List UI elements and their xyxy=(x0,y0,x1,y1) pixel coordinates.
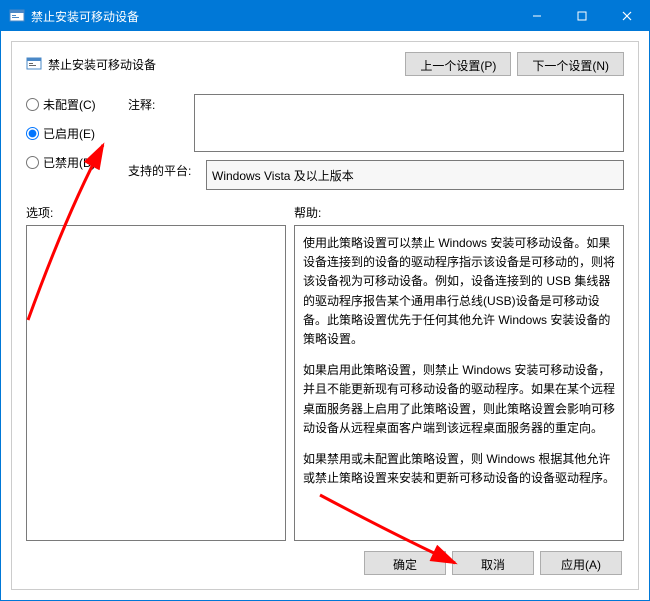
fields-area: 注释: 支持的平台: Windows Vista 及以上版本 xyxy=(128,94,624,190)
radio-not-configured-input[interactable] xyxy=(26,98,39,111)
dialog-body: 禁止安装可移动设备 上一个设置(P) 下一个设置(N) 未配置(C) 已启用(E… xyxy=(1,31,649,600)
apply-button[interactable]: 应用(A) xyxy=(540,551,622,575)
section-labels: 选项: 帮助: xyxy=(26,204,624,221)
help-paragraph-3: 如果禁用或未配置此策略设置，则 Windows 根据其他允许或禁止策略设置来安装… xyxy=(303,450,615,488)
panel-header: 禁止安装可移动设备 上一个设置(P) 下一个设置(N) xyxy=(26,52,624,76)
comment-label: 注释: xyxy=(128,94,188,113)
maximize-button[interactable] xyxy=(559,1,604,31)
platform-value: Windows Vista 及以上版本 xyxy=(206,160,624,190)
help-label: 帮助: xyxy=(294,204,321,221)
radio-not-configured-label: 未配置(C) xyxy=(43,96,96,113)
comment-row: 注释: xyxy=(128,94,624,152)
title-text: 禁止安装可移动设备 xyxy=(31,8,514,25)
config-area: 未配置(C) 已启用(E) 已禁用(D) 注释: xyxy=(26,94,624,190)
next-setting-button[interactable]: 下一个设置(N) xyxy=(517,52,624,76)
options-label: 选项: xyxy=(26,204,294,221)
radio-enabled[interactable]: 已启用(E) xyxy=(26,125,118,142)
footer-buttons: 确定 取消 应用(A) xyxy=(26,541,624,575)
radio-disabled-label: 已禁用(D) xyxy=(43,154,96,171)
policy-icon xyxy=(26,56,42,72)
help-paragraph-2: 如果启用此策略设置，则禁止 Windows 安装可移动设备，并且不能更新现有可移… xyxy=(303,361,615,438)
dialog-window: 禁止安装可移动设备 禁止安装可移动设备 上一个设置(P) 下一个设置(N) xyxy=(0,0,650,601)
minimize-button[interactable] xyxy=(514,1,559,31)
cancel-button[interactable]: 取消 xyxy=(452,551,534,575)
ok-button[interactable]: 确定 xyxy=(364,551,446,575)
radio-not-configured[interactable]: 未配置(C) xyxy=(26,96,118,113)
close-button[interactable] xyxy=(604,1,649,31)
window-controls xyxy=(514,1,649,31)
platform-row: 支持的平台: Windows Vista 及以上版本 xyxy=(128,160,624,190)
main-panel: 禁止安装可移动设备 上一个设置(P) 下一个设置(N) 未配置(C) 已启用(E… xyxy=(11,41,639,590)
radio-enabled-input[interactable] xyxy=(26,127,39,140)
radio-enabled-label: 已启用(E) xyxy=(43,125,95,142)
comment-input[interactable] xyxy=(194,94,624,152)
help-box[interactable]: 使用此策略设置可以禁止 Windows 安装可移动设备。如果设备连接到的设备的驱… xyxy=(294,225,624,541)
title-bar[interactable]: 禁止安装可移动设备 xyxy=(1,1,649,31)
help-paragraph-1: 使用此策略设置可以禁止 Windows 安装可移动设备。如果设备连接到的设备的驱… xyxy=(303,234,615,349)
prev-setting-button[interactable]: 上一个设置(P) xyxy=(405,52,511,76)
app-icon xyxy=(9,8,25,24)
radio-disabled[interactable]: 已禁用(D) xyxy=(26,154,118,171)
platform-label: 支持的平台: xyxy=(128,160,200,179)
state-radio-group: 未配置(C) 已启用(E) 已禁用(D) xyxy=(26,94,118,190)
lower-area: 使用此策略设置可以禁止 Windows 安装可移动设备。如果设备连接到的设备的驱… xyxy=(26,225,624,541)
panel-title: 禁止安装可移动设备 xyxy=(48,56,405,73)
options-box[interactable] xyxy=(26,225,286,541)
radio-disabled-input[interactable] xyxy=(26,156,39,169)
